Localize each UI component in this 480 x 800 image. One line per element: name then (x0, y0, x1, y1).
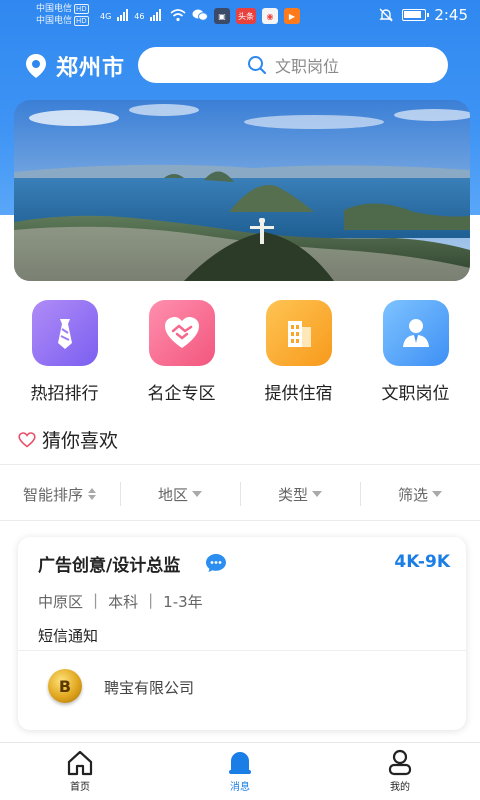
wechat-icon (192, 9, 208, 21)
home-icon (67, 750, 93, 776)
job-district: 中原区 (38, 593, 84, 611)
hd-badge: HD (74, 16, 89, 26)
card-divider (18, 650, 466, 651)
network-type-1: 4G (100, 12, 112, 21)
toutiao-icon: 头条 (236, 8, 256, 24)
wifi-icon (170, 9, 186, 22)
filter-label: 类型 (277, 485, 308, 504)
nav-messages[interactable]: 消息 (160, 743, 320, 800)
carrier-info: 中国电信 HD 中国电信 HD (36, 3, 89, 27)
nav-label: 我的 (390, 782, 410, 793)
divider (0, 464, 480, 465)
category-label: 文职岗位 (381, 384, 450, 404)
filter-label: 筛选 (397, 485, 428, 504)
job-title: 广告创意/设计总监 (38, 556, 181, 576)
person-icon (382, 300, 449, 366)
location-pin-icon (26, 54, 46, 78)
company-logo: B (48, 669, 82, 703)
city-name: 郑州市 (56, 56, 126, 81)
network-type-2: 46 (134, 12, 145, 21)
category-famous-companies[interactable]: 名企专区 (127, 300, 237, 404)
nav-label: 首页 (70, 782, 90, 793)
hd-badge: HD (74, 4, 89, 14)
search-placeholder: 文职岗位 (274, 57, 339, 76)
quick-categories: 热招排行 名企专区 提供住宿 文职岗位 (0, 300, 480, 404)
job-experience: 1-3年 (163, 593, 203, 611)
banner-image[interactable] (14, 100, 470, 281)
section-title: 猜你喜欢 (42, 430, 119, 452)
category-hot-ranking[interactable]: 热招排行 (10, 300, 120, 404)
chevron-down-icon (432, 491, 442, 497)
chat-bubble-icon[interactable] (205, 553, 227, 573)
category-label: 提供住宿 (264, 384, 333, 404)
company-name[interactable]: 聘宝有限公司 (104, 677, 194, 698)
filter-more[interactable]: 筛选 (360, 474, 480, 514)
sort-icon (88, 488, 96, 500)
carrier-1: 中国电信 (36, 4, 73, 14)
bottom-nav: 首页 消息 我的 (0, 742, 480, 800)
separator: | (148, 591, 154, 609)
heart-handshake-icon (148, 300, 215, 366)
signal-bars-icon (117, 9, 129, 21)
chevron-down-icon (192, 491, 202, 497)
building-icon (265, 300, 332, 366)
video-app-icon: ▶ (284, 8, 300, 24)
filter-bar: 智能排序 地区 类型 筛选 (0, 474, 480, 514)
location-selector[interactable]: 郑州市 (24, 50, 125, 82)
filter-label: 智能排序 (22, 485, 83, 504)
status-right: 2:45 (378, 6, 468, 24)
nav-home[interactable]: 首页 (0, 743, 160, 800)
tie-icon (31, 300, 98, 366)
category-housing-provided[interactable]: 提供住宿 (244, 300, 354, 404)
job-education: 本科 (108, 593, 139, 611)
category-clerical-jobs[interactable]: 文职岗位 (361, 300, 471, 404)
battery-icon (402, 9, 430, 21)
heart-icon (18, 431, 36, 448)
notification-icons: ▣ 头条 ◉ ▶ (170, 8, 300, 24)
filter-type[interactable]: 类型 (240, 474, 360, 514)
salary: 4K-9K (394, 552, 450, 572)
app-icon: ◉ (262, 8, 278, 24)
chevron-down-icon (312, 491, 322, 497)
bell-icon (229, 752, 251, 774)
app-icon: ▣ (214, 8, 230, 24)
filter-smart-sort[interactable]: 智能排序 (0, 474, 120, 514)
filter-label: 地区 (157, 485, 188, 504)
clock: 2:45 (434, 6, 468, 24)
job-card[interactable]: 广告创意/设计总监 4K-9K 中原区 | 本科 | 1-3年 短信通知 B 聘… (18, 537, 466, 730)
mute-bell-icon (379, 8, 394, 22)
city-landscape-photo (14, 100, 470, 281)
status-bar: 中国电信 HD 中国电信 HD 4G 46 ▣ 头条 ◉ ▶ 2:45 (0, 0, 480, 34)
job-tags: 中原区 | 本科 | 1-3年 (38, 591, 203, 612)
carrier-2: 中国电信 (36, 16, 73, 26)
filter-region[interactable]: 地区 (120, 474, 240, 514)
signal-bars-icon (150, 9, 162, 21)
category-label: 名企专区 (147, 384, 216, 404)
recommend-section-title: 猜你喜欢 (18, 426, 118, 453)
nav-profile[interactable]: 我的 (320, 743, 480, 800)
separator: | (93, 591, 99, 609)
search-input[interactable]: 文职岗位 (138, 47, 448, 83)
nav-label: 消息 (230, 782, 250, 793)
divider (0, 520, 480, 521)
notice-method: 短信通知 (38, 627, 99, 645)
user-icon (388, 749, 412, 776)
search-icon (247, 56, 267, 75)
signal-indicators: 4G 46 (100, 9, 162, 21)
category-label: 热招排行 (30, 384, 99, 404)
